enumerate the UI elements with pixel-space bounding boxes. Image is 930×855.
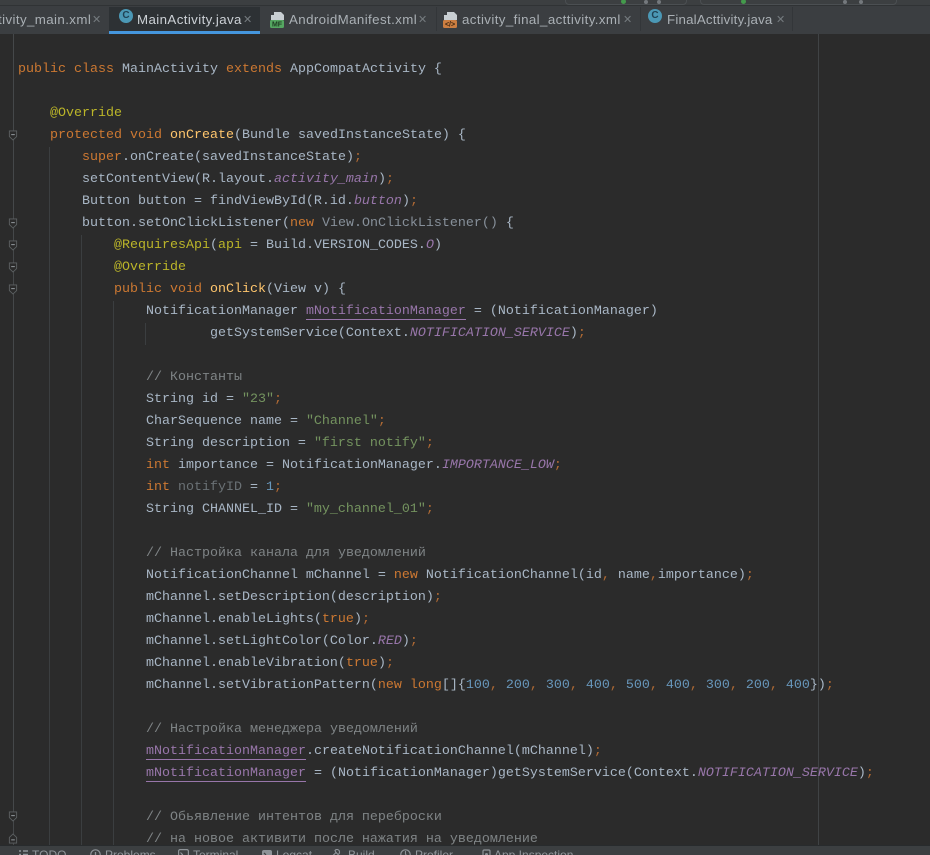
svg-text:</>: </>: [445, 22, 455, 29]
svg-text:MF: MF: [272, 22, 283, 29]
